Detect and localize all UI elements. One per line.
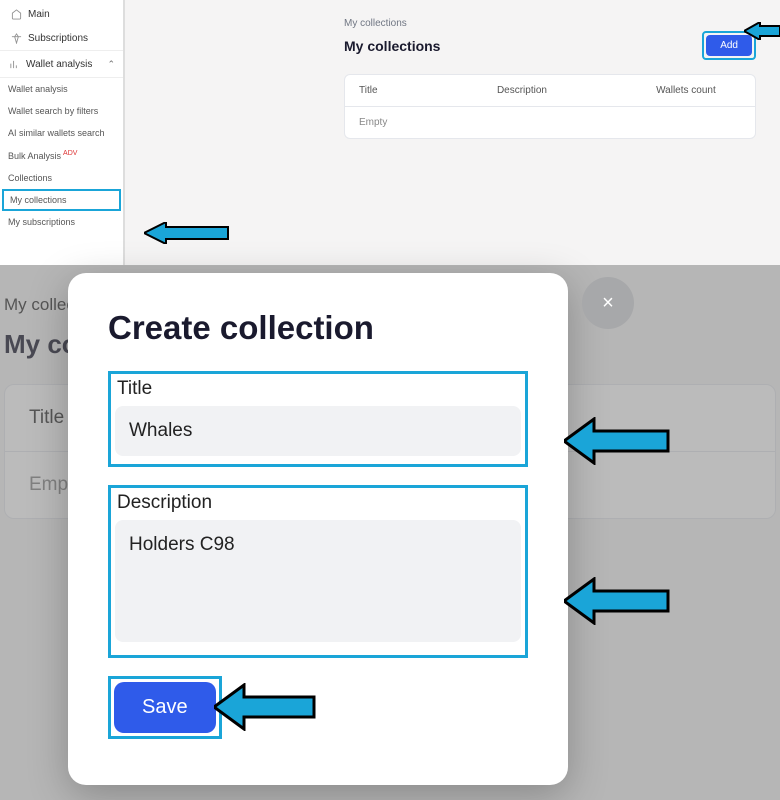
sidebar: Main Subscriptions Wallet analysis ⌃ Wal… [0,0,123,265]
adv-tag: ADV [63,150,77,157]
create-collection-modal: Create collection Title Description Save [68,273,568,785]
sidebar-item-wallet-analysis[interactable]: Wallet analysis [0,78,123,100]
sidebar-item-wallet-search[interactable]: Wallet search by filters [0,100,123,122]
sidebar-item-bulk-analysis[interactable]: Bulk AnalysisADV [0,144,123,167]
description-field-highlight: Description [108,485,528,658]
sidebar-item-main[interactable]: Main [0,2,123,26]
annotation-arrow-icon [144,222,230,244]
col-wallets-count: Wallets count [656,85,741,96]
collections-table: Title Description Wallets count Empty [344,74,756,139]
close-icon: × [602,292,614,315]
modal-title: Create collection [108,309,528,347]
save-button[interactable]: Save [114,682,216,733]
sidebar-item-my-collections[interactable]: My collections [2,189,121,211]
annotation-arrow-icon [564,417,672,465]
title-label: Title [117,378,521,400]
save-button-highlight: Save [108,676,222,739]
close-button[interactable]: × [582,277,634,329]
sidebar-item-collections[interactable]: Collections [0,167,123,189]
sidebar-subscriptions-label: Subscriptions [28,33,88,44]
chevron-up-icon: ⌃ [107,59,115,70]
title-field-highlight: Title [108,371,528,467]
sidebar-item-my-subscriptions[interactable]: My subscriptions [0,211,123,233]
sidebar-main-label: Main [28,9,50,20]
description-label: Description [117,492,521,514]
diamond-icon [10,32,22,44]
page-title: My collections [344,38,440,54]
sidebar-item-ai-similar[interactable]: AI similar wallets search [0,122,123,144]
col-description: Description [497,85,656,96]
breadcrumb: My collections [344,18,756,29]
annotation-arrow-icon [564,577,672,625]
table-header: Title Description Wallets count [345,75,755,107]
description-input[interactable] [115,520,521,642]
annotation-arrow-icon [744,22,780,40]
table-empty: Empty [345,107,755,138]
sidebar-item-subscriptions[interactable]: Subscriptions [0,26,123,50]
annotation-arrow-icon [214,683,318,731]
home-icon [10,8,22,20]
bar-chart-icon [8,58,20,70]
sidebar-section-wallet-analysis[interactable]: Wallet analysis ⌃ [0,50,123,78]
title-input[interactable] [115,406,521,456]
sidebar-section-label: Wallet analysis [26,59,92,70]
col-title: Title [359,85,497,96]
